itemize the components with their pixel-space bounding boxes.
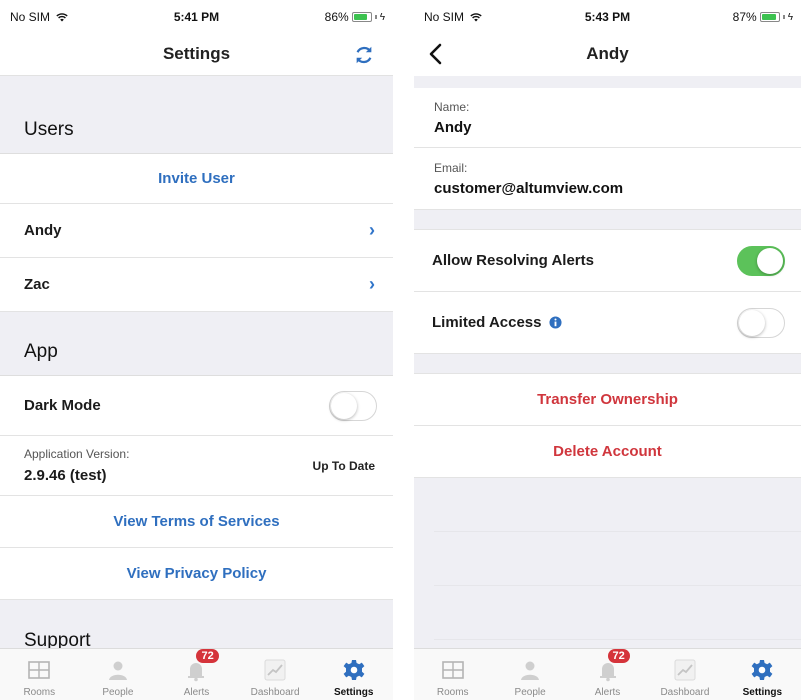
chevron-right-icon: › [369, 220, 375, 240]
section-spacer [414, 210, 801, 230]
tab-label: Alerts [594, 687, 621, 698]
battery-icon [351, 12, 372, 22]
email-label: Email: [434, 160, 468, 175]
section-spacer [0, 76, 393, 90]
tab-settings[interactable]: Settings [724, 649, 801, 700]
tab-label: Alerts [183, 687, 210, 698]
nav-bar: Andy [414, 34, 801, 76]
privacy-row[interactable]: View Privacy Policy [0, 548, 393, 600]
chevron-right-icon: › [369, 274, 375, 294]
tab-label: Rooms [436, 687, 469, 698]
tab-dashboard[interactable]: Dashboard [236, 649, 315, 700]
user-row-zac[interactable]: Zac › [0, 258, 393, 312]
version-status: Up To Date [312, 458, 375, 473]
tab-label: People [514, 687, 546, 698]
info-icon[interactable] [548, 316, 562, 329]
email-value: customer@altumview.com [434, 179, 624, 197]
settings-icon [751, 660, 773, 680]
tab-label: Settings [333, 687, 374, 698]
tab-people[interactable]: People [491, 649, 568, 700]
tab-label: Dashboard [250, 687, 300, 698]
allow-resolving-row: Allow Resolving Alerts [414, 230, 801, 292]
tab-label: Dashboard [660, 687, 710, 698]
settings-screen: No SIM 5:41 PM 86% ϟ Settings Users Invi… [0, 0, 393, 700]
people-icon [521, 661, 540, 680]
nav-bar: Settings [0, 34, 393, 76]
tab-label: Rooms [23, 687, 56, 698]
app-header-label: App [24, 341, 58, 362]
user-row-andy[interactable]: Andy › [0, 204, 393, 258]
user-name: Andy [24, 222, 62, 239]
user-detail-list: Name: Andy Email: customer@altumview.com… [414, 76, 801, 648]
dashboard-icon [674, 659, 696, 681]
status-bar: No SIM 5:43 PM 87% ϟ [414, 0, 801, 34]
app-section-header: App [0, 312, 393, 376]
page-title: Andy [586, 44, 629, 63]
tab-alerts[interactable]: 72 Alerts [157, 649, 236, 700]
limited-access-row: Limited Access [414, 292, 801, 354]
tab-rooms[interactable]: Rooms [414, 649, 491, 700]
battery-icon [759, 12, 780, 22]
tab-dashboard[interactable]: Dashboard [646, 649, 723, 700]
tab-alerts[interactable]: 72 Alerts [569, 649, 646, 700]
settings-icon [343, 660, 365, 680]
terms-link[interactable]: View Terms of Services [113, 513, 279, 530]
terms-row[interactable]: View Terms of Services [0, 496, 393, 548]
tab-rooms[interactable]: Rooms [0, 649, 79, 700]
tab-bar: Rooms People 72 Alerts Dashboard Setting… [414, 648, 801, 700]
allow-resolving-label: Allow Resolving Alerts [432, 252, 594, 269]
rooms-icon [441, 661, 464, 679]
tab-bar: Rooms People 72 Alerts Dashboard Setting… [0, 648, 393, 700]
dark-mode-row: Dark Mode [0, 376, 393, 436]
user-detail-screen: No SIM 5:43 PM 87% ϟ Andy Name: Andy Ema… [414, 0, 801, 700]
version-value: 2.9.46 (test) [24, 467, 107, 484]
charging-icon: ϟ [787, 11, 793, 23]
alerts-badge: 72 [607, 649, 630, 663]
invite-user-row[interactable]: Invite User [0, 154, 393, 204]
email-field-row: Email: customer@altumview.com [414, 148, 801, 210]
empty-area [414, 478, 801, 648]
users-section-header: Users [0, 90, 393, 154]
dashboard-icon [264, 659, 286, 681]
support-section-header: Support [0, 600, 393, 648]
delete-account-button[interactable]: Delete Account [553, 443, 662, 460]
section-spacer [414, 354, 801, 374]
tab-label: People [102, 687, 134, 698]
refresh-icon[interactable] [353, 44, 375, 66]
tab-people[interactable]: People [79, 649, 158, 700]
privacy-link[interactable]: View Privacy Policy [127, 565, 267, 582]
support-header-label: Support [24, 630, 91, 648]
people-icon [108, 661, 127, 680]
battery-indicator: 86% ϟ [325, 10, 385, 24]
battery-indicator: 87% ϟ [733, 10, 793, 24]
rooms-icon [28, 661, 51, 679]
alerts-badge: 72 [196, 649, 219, 663]
dark-mode-label: Dark Mode [24, 397, 101, 414]
name-label: Name: [434, 99, 470, 114]
tab-settings[interactable]: Settings [314, 649, 393, 700]
app-version-row: Application Version: 2.9.46 (test) Up To… [0, 436, 393, 496]
name-value: Andy [434, 118, 472, 136]
users-header-label: Users [24, 119, 74, 140]
limited-access-toggle[interactable] [737, 307, 785, 338]
name-field-row: Name: Andy [414, 88, 801, 148]
invite-user-button[interactable]: Invite User [158, 170, 235, 187]
status-bar: No SIM 5:41 PM 86% ϟ [0, 0, 393, 34]
battery-percent: 87% [732, 10, 757, 24]
version-label: Application Version: [24, 447, 130, 461]
dark-mode-toggle[interactable] [329, 390, 377, 421]
limited-access-label: Limited Access [432, 314, 542, 331]
battery-percent: 86% [324, 10, 349, 24]
charging-icon: ϟ [379, 11, 385, 23]
transfer-ownership-row[interactable]: Transfer Ownership [414, 374, 801, 426]
page-title: Settings [162, 44, 231, 63]
settings-list: Users Invite User Andy › Zac › App Dark … [0, 76, 393, 648]
delete-account-row[interactable]: Delete Account [414, 426, 801, 478]
user-name: Zac [24, 276, 50, 293]
allow-resolving-toggle[interactable] [737, 245, 785, 276]
section-spacer [414, 76, 801, 88]
transfer-ownership-button[interactable]: Transfer Ownership [537, 391, 678, 408]
tab-label: Settings [742, 687, 783, 698]
